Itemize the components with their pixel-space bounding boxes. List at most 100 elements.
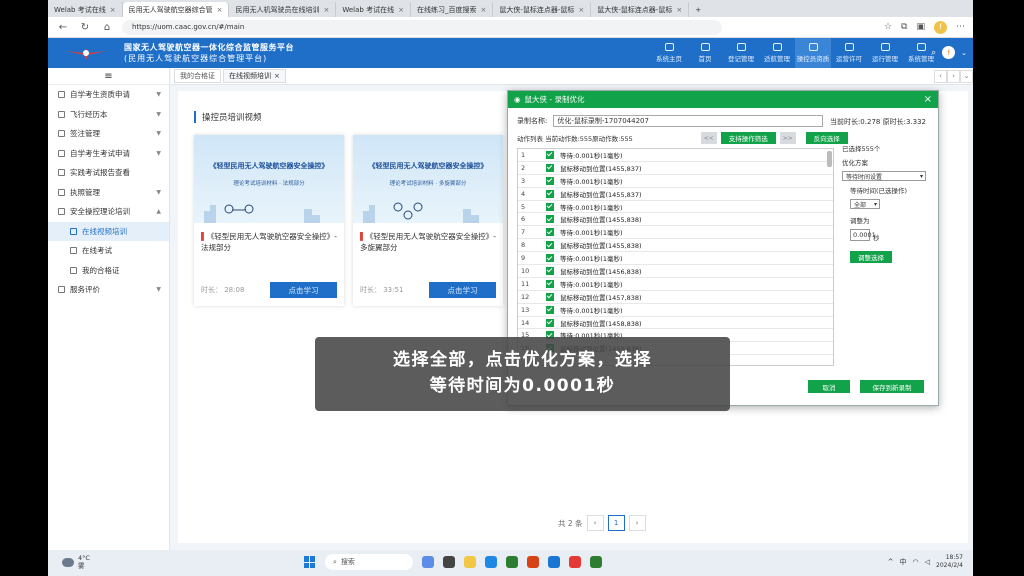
browser-tab[interactable]: 民用无人驾驶航空器综合管 × bbox=[122, 2, 230, 17]
sidebar-item-online-video[interactable]: 在线视频培训 bbox=[48, 221, 169, 241]
action-row[interactable]: 9 等待:0.001秒(1毫秒) bbox=[518, 252, 833, 266]
nav-system-home[interactable]: 系统主页 bbox=[651, 38, 687, 68]
favorite-star-icon[interactable]: ☆ bbox=[884, 22, 892, 32]
taskbar-search[interactable]: ⌕ 搜索 bbox=[325, 554, 413, 570]
url-input[interactable]: https://uom.caac.gov.cn/#/main bbox=[122, 19, 722, 35]
chevron-up-icon[interactable]: ^ bbox=[888, 558, 894, 566]
scrollbar[interactable] bbox=[827, 151, 832, 167]
sidebar-item-my-certificate[interactable]: 我的合格证 bbox=[48, 261, 169, 281]
action-row[interactable]: 14 鼠标移动到位置(1458,838) bbox=[518, 317, 833, 330]
sidebar-item-endorsement[interactable]: 签注管理 ▼ bbox=[48, 124, 169, 144]
volume-icon[interactable]: ◁ bbox=[925, 558, 930, 566]
close-icon[interactable]: × bbox=[110, 6, 116, 14]
record-name-input[interactable]: 优化-鼠标录制-1707044207 bbox=[553, 115, 824, 127]
adjust-value-input[interactable]: 0.0001 bbox=[850, 229, 876, 241]
cancel-button[interactable]: 取消 bbox=[808, 380, 850, 393]
close-icon[interactable]: × bbox=[217, 6, 223, 14]
sidebar-item-exam-application[interactable]: 自学考生考试申请 ▼ bbox=[48, 144, 169, 164]
nav-operation-management[interactable]: 运行管理 bbox=[867, 38, 903, 68]
action-row[interactable]: 7 等待:0.001秒(1毫秒) bbox=[518, 226, 833, 240]
sidebar-item-service-rating[interactable]: 服务评价 ▼ bbox=[48, 280, 169, 300]
menu-toggle-icon[interactable]: ≡ bbox=[48, 68, 169, 85]
new-tab-button[interactable]: + bbox=[689, 2, 707, 17]
checkbox[interactable] bbox=[546, 163, 554, 172]
task-view-icon[interactable] bbox=[443, 556, 455, 568]
close-icon[interactable]: × bbox=[924, 94, 932, 105]
checkbox[interactable] bbox=[546, 202, 554, 211]
wait-scope-select[interactable]: 全部 ▾ bbox=[850, 199, 880, 209]
app-icon[interactable] bbox=[527, 556, 539, 568]
page-number[interactable]: 1 bbox=[607, 515, 625, 531]
checkbox[interactable] bbox=[546, 266, 554, 275]
tab-my-certificate[interactable]: 我的合格证 bbox=[174, 69, 221, 83]
action-row[interactable]: 3 等待:0.001秒(1毫秒) bbox=[518, 175, 833, 188]
extensions-icon[interactable]: ⧉ bbox=[901, 22, 907, 32]
file-explorer-icon[interactable] bbox=[464, 556, 476, 568]
prev-page-button[interactable]: ‹ bbox=[586, 515, 604, 531]
home-icon[interactable]: ⌂ bbox=[100, 22, 114, 33]
adjust-selection-button[interactable]: 调整选择 bbox=[850, 251, 892, 263]
browser-tab[interactable]: Welab 考试在线 × bbox=[336, 2, 411, 17]
save-new-record-button[interactable]: 保存到新录制 bbox=[860, 380, 924, 393]
close-icon[interactable]: × bbox=[323, 6, 329, 14]
windows-start-icon[interactable] bbox=[304, 556, 316, 568]
nav-operation-license[interactable]: 运营许可 bbox=[831, 38, 867, 68]
weather-widget[interactable]: 4°C 雾 bbox=[62, 554, 90, 570]
checkbox[interactable] bbox=[546, 292, 554, 301]
next-page-button[interactable]: › bbox=[628, 515, 646, 531]
nav-operator-qualification[interactable]: 操控员资质 bbox=[795, 38, 831, 68]
user-avatar[interactable]: f bbox=[942, 46, 956, 59]
profile-avatar[interactable]: f bbox=[934, 20, 947, 34]
collections-icon[interactable]: ▣ bbox=[916, 22, 925, 32]
back-icon[interactable]: ← bbox=[56, 22, 70, 33]
checkbox[interactable] bbox=[546, 241, 554, 250]
tab-online-video[interactable]: 在线视频培训 × bbox=[223, 69, 286, 83]
app-icon[interactable] bbox=[548, 556, 560, 568]
optimize-scheme-select[interactable]: 等待时间设置 ▾ bbox=[842, 171, 926, 181]
search-icon[interactable]: ⌕ bbox=[931, 48, 936, 58]
checkbox[interactable] bbox=[546, 189, 554, 198]
action-row[interactable]: 11 等待:0.001秒(1毫秒) bbox=[518, 278, 833, 291]
sidebar-item-self-study-qualification[interactable]: 自学考生资质申请 ▼ bbox=[48, 85, 169, 105]
checkbox[interactable] bbox=[546, 150, 554, 159]
prev-disabled-button[interactable]: << bbox=[700, 132, 717, 144]
action-row[interactable]: 12 鼠标移动到位置(1457,838) bbox=[518, 291, 833, 304]
action-row[interactable]: 13 等待:0.001秒(1毫秒) bbox=[518, 304, 833, 317]
edge-icon[interactable] bbox=[485, 556, 497, 568]
close-icon[interactable]: × bbox=[480, 6, 486, 14]
checkbox[interactable] bbox=[546, 305, 554, 314]
tab-prev-icon[interactable]: ‹ bbox=[934, 69, 947, 83]
chevron-down-icon[interactable]: ⌄ bbox=[961, 49, 967, 57]
nav-airworthiness[interactable]: 适航管理 bbox=[759, 38, 795, 68]
action-row[interactable]: 10 鼠标移动到位置(1456,838) bbox=[518, 265, 833, 278]
study-button[interactable]: 点击学习 bbox=[429, 282, 496, 298]
browser-tab[interactable]: 在线练习_百度搜索 × bbox=[411, 2, 494, 17]
close-icon[interactable]: × bbox=[578, 6, 584, 14]
clock[interactable]: 18:57 2024/2/4 bbox=[936, 554, 963, 570]
tab-menu-icon[interactable]: ⌄ bbox=[960, 69, 973, 83]
sidebar-item-flight-log[interactable]: 飞行经历本 ▼ bbox=[48, 105, 169, 125]
browser-tab[interactable]: Welab 考试在线 × bbox=[48, 2, 123, 17]
mouse-app-icon[interactable] bbox=[590, 556, 602, 568]
close-icon[interactable]: × bbox=[274, 72, 280, 80]
app-icon[interactable] bbox=[506, 556, 518, 568]
action-row[interactable]: 2 鼠标移动到位置(1455,837) bbox=[518, 162, 833, 175]
close-icon[interactable]: × bbox=[676, 6, 682, 14]
app-icon[interactable] bbox=[569, 556, 581, 568]
next-disabled-button[interactable]: >> bbox=[779, 132, 796, 144]
checkbox[interactable] bbox=[546, 254, 554, 263]
tab-next-icon[interactable]: › bbox=[947, 69, 960, 83]
action-list[interactable]: 1 等待:0.001秒(1毫秒) 2 鼠标移动到位置(1455,837) 3 等待:0.0… bbox=[517, 148, 834, 366]
checkbox[interactable] bbox=[546, 279, 554, 288]
sidebar-item-safety-training[interactable]: 安全操控理论培训 ▲ bbox=[48, 202, 169, 222]
checkbox[interactable] bbox=[546, 318, 554, 327]
browser-tab[interactable]: 鼠大侠-鼠标连点器-鼠标 × bbox=[591, 2, 690, 17]
filter-button[interactable]: 支持操作筛选 bbox=[720, 132, 776, 144]
sidebar-item-license[interactable]: 执照管理 ▼ bbox=[48, 183, 169, 203]
browser-tab[interactable]: 民用无人机驾驶员在线培训 × bbox=[229, 2, 337, 17]
study-button[interactable]: 点击学习 bbox=[270, 282, 337, 298]
sidebar-item-practical-report[interactable]: 实践考试报告查看 bbox=[48, 163, 169, 183]
copilot-app-icon[interactable] bbox=[422, 556, 434, 568]
browser-tab[interactable]: 鼠大侠-鼠标连点器-鼠标 × bbox=[493, 2, 592, 17]
more-icon[interactable]: ⋯ bbox=[956, 22, 965, 32]
